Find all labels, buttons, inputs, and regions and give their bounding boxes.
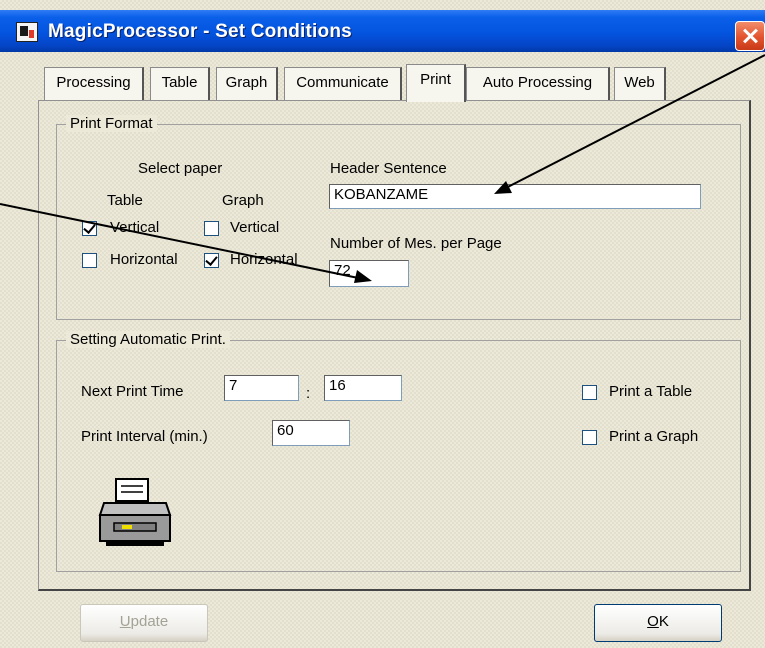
printer-icon xyxy=(98,478,172,546)
ok-button-mnemonic: O xyxy=(647,613,659,630)
tab-label: Table xyxy=(161,74,198,91)
graph-horizontal-checkbox[interactable] xyxy=(204,253,219,268)
table-horizontal-checkbox[interactable] xyxy=(82,253,97,268)
ok-button[interactable]: OK xyxy=(594,604,722,642)
graph-column-label: Graph xyxy=(222,192,264,209)
mes-per-page-value: 72 xyxy=(334,262,351,279)
graph-vertical-checkbox[interactable] xyxy=(204,221,219,236)
next-print-minute-input[interactable]: 16 xyxy=(324,375,402,401)
header-sentence-label: Header Sentence xyxy=(330,160,447,177)
print-interval-input[interactable]: 60 xyxy=(272,420,350,446)
tab-auto-processing[interactable]: Auto Processing xyxy=(466,67,610,100)
tab-label: Print xyxy=(420,71,451,88)
app-icon xyxy=(16,22,38,42)
tab-communicate[interactable]: Communicate xyxy=(284,67,402,100)
table-vertical-checkbox[interactable] xyxy=(82,221,97,236)
table-column-label: Table xyxy=(107,192,143,209)
dialog-window: MagicProcessor - Set Conditions Processi… xyxy=(0,0,765,648)
graph-vertical-label: Vertical xyxy=(230,219,280,236)
print-format-title: Print Format xyxy=(66,115,157,132)
mes-per-page-label: Number of Mes. per Page xyxy=(330,235,502,252)
ok-button-label: K xyxy=(658,613,669,630)
tab-web[interactable]: Web xyxy=(614,67,666,100)
tab-label: Processing xyxy=(56,74,131,91)
tab-label: Graph xyxy=(225,74,268,91)
tab-processing[interactable]: Processing xyxy=(44,67,144,100)
header-sentence-input[interactable]: KOBANZAME xyxy=(329,184,701,209)
table-vertical-label: Vertical xyxy=(110,219,160,236)
header-sentence-value: KOBANZAME xyxy=(334,186,429,203)
table-horizontal-label: Horizontal xyxy=(110,251,178,268)
select-paper-label: Select paper xyxy=(138,160,223,177)
print-graph-label: Print a Graph xyxy=(609,428,699,445)
time-separator: : xyxy=(306,385,311,402)
tab-label: Web xyxy=(624,74,655,91)
mes-per-page-input[interactable]: 72 xyxy=(329,260,409,287)
close-button[interactable] xyxy=(735,21,765,51)
window-title: MagicProcessor - Set Conditions xyxy=(48,21,352,42)
tab-table[interactable]: Table xyxy=(150,67,210,100)
print-table-checkbox[interactable] xyxy=(582,385,597,400)
tab-label: Auto Processing xyxy=(482,74,593,91)
print-interval-label: Print Interval (min.) xyxy=(81,428,208,445)
graph-horizontal-label: Horizontal xyxy=(230,251,298,268)
interval-value: 60 xyxy=(277,422,294,439)
update-button[interactable]: Update xyxy=(80,604,208,642)
print-graph-checkbox[interactable] xyxy=(582,430,597,445)
next-print-hour-input[interactable]: 7 xyxy=(224,375,299,401)
tab-label: Communicate xyxy=(296,74,389,91)
tab-graph[interactable]: Graph xyxy=(216,67,278,100)
auto-print-title: Setting Automatic Print. xyxy=(66,331,230,348)
update-button-mnemonic: U xyxy=(119,613,131,630)
next-print-time-label: Next Print Time xyxy=(81,383,184,400)
tab-print[interactable]: Print xyxy=(406,64,466,102)
hour-value: 7 xyxy=(229,377,238,394)
minute-value: 16 xyxy=(329,377,346,394)
title-bar[interactable]: MagicProcessor - Set Conditions xyxy=(0,10,765,52)
update-button-label: pdate xyxy=(130,613,169,630)
print-table-label: Print a Table xyxy=(609,383,693,400)
